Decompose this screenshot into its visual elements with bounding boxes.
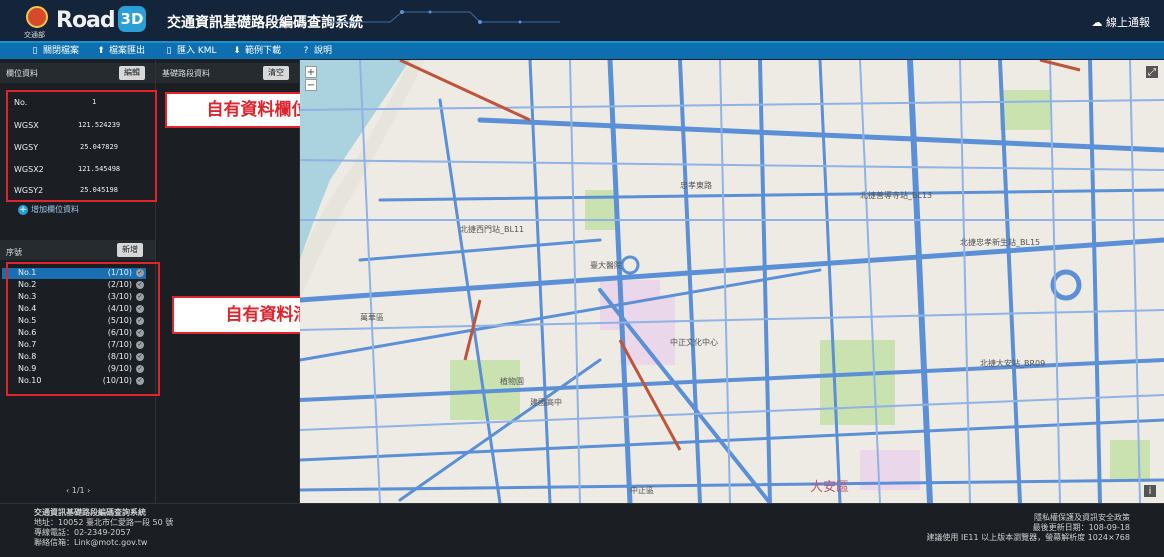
help-icon: ? (303, 46, 309, 56)
list-highlight-box (6, 262, 160, 396)
map-canvas (300, 60, 1164, 503)
menu-label: 檔案匯出 (109, 46, 146, 56)
map-label: 北捷忠孝新生站_BL15 (960, 238, 1041, 247)
map-label: 萬華區 (360, 313, 384, 322)
list-panel-header: 序號 新增 (0, 240, 155, 260)
import-kml-button[interactable]: ▯ 匯入 KML (164, 45, 217, 57)
app-header: 交通部 Road 3D 交通資訊基礎路段編碼查詢系統 ☁ 線上通報 (0, 0, 1164, 43)
menu-label: 說明 (314, 46, 333, 56)
ministry-seal-icon (26, 6, 48, 28)
map-label: 臺大醫院 (590, 261, 622, 270)
report-link[interactable]: ☁ 線上通報 (1092, 14, 1151, 30)
edit-fields-button[interactable]: 編輯 (119, 66, 145, 80)
map-label: 北捷善導寺站_BL13 (860, 191, 933, 200)
download-icon: ⬇ (233, 46, 241, 56)
report-label: 線上通報 (1106, 16, 1150, 29)
fields-highlight-box (6, 90, 157, 202)
segment-panel-title: 基礎路段資料 (162, 69, 210, 78)
close-file-button[interactable]: ▯ 關閉檔案 (30, 45, 80, 57)
district-label: 大安區 (810, 480, 850, 495)
menu-label: 匯入 KML (177, 46, 217, 56)
org-name: 交通部 (24, 31, 45, 39)
brand-badge: 3D (118, 6, 146, 32)
header-circuit-decoration (330, 10, 560, 24)
menu-bar: ▯ 關閉檔案 ⬆ 檔案匯出 ▯ 匯入 KML ⬇ 範例下載 ? 說明 (0, 43, 1164, 59)
cloud-icon: ☁ (1091, 16, 1103, 29)
add-field-label: 增加欄位資料 (31, 205, 79, 214)
add-field-link[interactable]: + 增加欄位資料 (18, 204, 79, 215)
file-icon: ▯ (32, 46, 38, 56)
park-area (1000, 90, 1050, 130)
footer-browser-note: 建議使用 IE11 以上版本瀏覽器，螢幕解析度 1024×768 (926, 533, 1130, 542)
map-label: 北捷大安站_BR09 (980, 359, 1046, 368)
fields-panel-title: 欄位資料 (6, 69, 38, 78)
plus-icon: + (18, 205, 28, 215)
list-pager[interactable]: ‹ 1/1 › (66, 486, 90, 495)
park-area (1110, 440, 1150, 480)
info-icon[interactable]: i (1144, 485, 1156, 497)
list-panel-title: 序號 (6, 248, 22, 257)
logo: 交通部 Road 3D (24, 6, 152, 39)
export-file-button[interactable]: ⬆ 檔案匯出 (96, 45, 145, 57)
park-area (820, 340, 895, 425)
footer-email[interactable]: 聯絡信箱：Link@motc.gov.tw (34, 537, 147, 548)
map-label: 植物園 (500, 377, 524, 386)
clear-button[interactable]: 清空 (263, 66, 289, 80)
map-label: 忠孝東路 (680, 181, 712, 190)
segment-panel-header: 基礎路段資料 清空 (156, 63, 299, 83)
upload-icon: ⬆ (97, 46, 105, 56)
fullscreen-icon[interactable]: ⤢ (1146, 66, 1158, 78)
map-label: 北捷西門站_BL11 (460, 225, 525, 234)
pager-next-icon[interactable]: › (85, 486, 90, 495)
map-label: 中正區 (630, 486, 654, 495)
menu-label: 關閉檔案 (43, 46, 80, 56)
help-button[interactable]: ? 說明 (301, 45, 332, 57)
zoom-out-button[interactable]: − (305, 79, 317, 91)
page-footer: 交通資訊基礎路段編碼查詢系統 地址：10052 臺北市仁愛路一段 50 號 專線… (0, 503, 1164, 557)
add-item-button[interactable]: 新增 (117, 243, 143, 257)
menu-label: 範例下載 (245, 46, 282, 56)
brand-name: Road (56, 8, 116, 33)
fields-panel-header: 欄位資料 編輯 (0, 63, 155, 83)
map-view[interactable]: + − 大安區 北捷西門站_BL11 北捷忠孝新生站_BL15 北捷善導寺站_B… (300, 60, 1164, 503)
download-sample-button[interactable]: ⬇ 範例下載 (232, 45, 281, 57)
zoom-in-button[interactable]: + (305, 66, 317, 78)
map-label: 中正文化中心 (670, 338, 718, 347)
pager-text: 1/1 (71, 486, 85, 495)
file-icon: ▯ (166, 46, 172, 56)
map-label: 建國高中 (530, 398, 562, 407)
